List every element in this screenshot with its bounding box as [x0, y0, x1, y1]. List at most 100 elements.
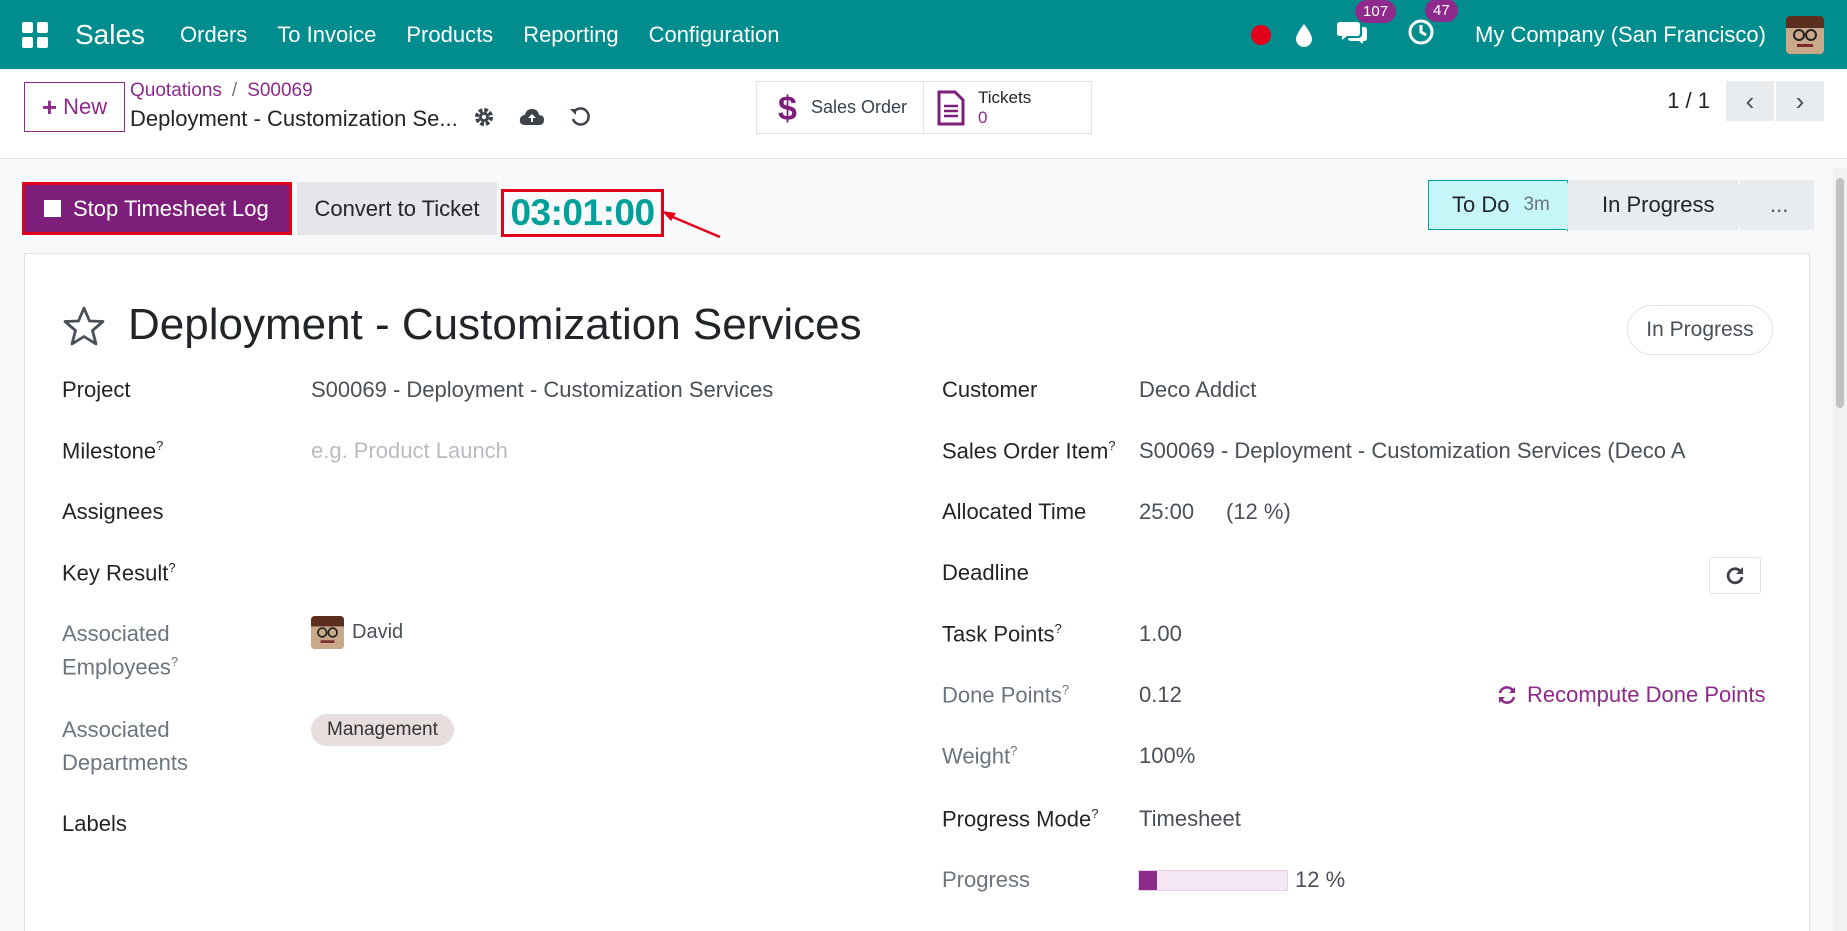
company-switcher[interactable]: My Company (San Francisco) [1475, 22, 1766, 48]
refresh-icon [1726, 566, 1744, 584]
plus-icon: + [41, 91, 58, 122]
tickets-smart-button[interactable]: Tickets 0 [924, 81, 1092, 134]
document-icon [937, 90, 965, 125]
associated-employees-label-line-2: Employees? [62, 654, 178, 680]
key-result-field[interactable] [311, 555, 811, 589]
task-title[interactable]: Deployment - Customization Services [128, 300, 862, 350]
activities-badge: 47 [1425, 0, 1458, 22]
dollar-icon: $ [778, 90, 797, 126]
activities-button[interactable]: 47 [1407, 0, 1458, 52]
milestone-field[interactable]: e.g. Product Launch [311, 438, 508, 464]
associated-departments-label-line-1: Associated [62, 717, 170, 742]
nav-products[interactable]: Products [406, 22, 493, 48]
stop-timesheet-button[interactable]: Stop Timesheet Log [22, 182, 292, 235]
nav-to-invoice[interactable]: To Invoice [277, 22, 376, 48]
refresh-deadline-button[interactable] [1709, 557, 1761, 594]
help-icon[interactable]: ? [1010, 743, 1017, 758]
allocated-time-label: Allocated Time [942, 499, 1087, 524]
department-tag[interactable]: Management [311, 714, 454, 746]
stage-todo[interactable]: To Do 3m [1428, 180, 1581, 232]
key-result-label-text: Key Result [62, 560, 169, 586]
convert-to-ticket-button[interactable]: Convert to Ticket [297, 182, 497, 235]
associated-departments-label-line-2: Departments [62, 750, 188, 775]
recompute-done-points-button[interactable]: Recompute Done Points [1497, 682, 1765, 708]
app-name[interactable]: Sales [75, 19, 145, 51]
done-points-field: 0.12 [1139, 682, 1182, 707]
messages-badge: 107 [1355, 0, 1397, 23]
assignees-field[interactable] [311, 494, 811, 528]
new-button[interactable]: + New [24, 82, 125, 132]
pager: 1 / 1 ‹ › [1667, 81, 1824, 121]
stage-todo-label: To Do [1452, 192, 1510, 217]
help-icon[interactable]: ? [1108, 438, 1115, 453]
gear-icon[interactable] [473, 106, 495, 128]
breadcrumb: Quotations / S00069 [130, 80, 313, 102]
messages-button[interactable]: 107 [1337, 0, 1397, 51]
nav-configuration[interactable]: Configuration [649, 22, 780, 48]
task-points-label: Task Points? [942, 621, 1062, 647]
chevron-left-icon: ‹ [1745, 85, 1755, 116]
stage-statusbar: To Do 3m In Progress ... [1428, 179, 1814, 232]
project-field[interactable]: S00069 - Deployment - Customization Serv… [311, 377, 773, 403]
breadcrumb-separator: / [231, 80, 238, 101]
progress-mode-label: Progress Mode? [942, 806, 1098, 832]
task-points-label-text: Task Points [942, 621, 1055, 647]
labels-field[interactable] [311, 806, 811, 840]
sales-order-smart-button[interactable]: $ Sales Order [756, 81, 924, 134]
task-points-field[interactable]: 1.00 [1139, 621, 1182, 647]
drop-icon[interactable] [1295, 23, 1313, 47]
assignees-label: Assignees [62, 499, 164, 524]
page-scrollbar[interactable] [1833, 168, 1847, 931]
associated-employees-label-text: Employees [62, 654, 171, 680]
pager-previous-button[interactable]: ‹ [1726, 81, 1774, 121]
breadcrumb-order[interactable]: S00069 [247, 80, 313, 101]
apps-menu-icon[interactable] [22, 21, 48, 48]
user-avatar[interactable] [1786, 15, 1824, 54]
timesheet-timer: 03:01:00 [501, 189, 664, 237]
cloud-upload-icon[interactable] [519, 107, 545, 127]
help-icon[interactable]: ? [1091, 806, 1098, 821]
pager-value[interactable]: 1 / 1 [1667, 88, 1710, 114]
milestone-label-text: Milestone [62, 438, 157, 464]
nav-reporting[interactable]: Reporting [523, 22, 618, 48]
weight-label: Weight? [942, 743, 1017, 769]
tickets-label: Tickets [978, 87, 1032, 107]
form-sheet: Deployment - Customization Services In P… [24, 253, 1810, 931]
done-points-label: Done Points? [942, 682, 1069, 708]
deadline-field[interactable] [1139, 555, 1559, 589]
help-icon[interactable]: ? [1055, 621, 1062, 636]
employee-tag[interactable]: David [311, 616, 403, 649]
employee-avatar [311, 616, 344, 649]
stage-in-progress[interactable]: In Progress [1568, 179, 1751, 231]
progress-bar [1138, 870, 1288, 891]
state-badge[interactable]: In Progress [1627, 305, 1773, 355]
help-icon[interactable]: ? [156, 438, 163, 453]
scrollbar-thumb[interactable] [1836, 178, 1844, 408]
stage-more-button[interactable]: ... [1740, 180, 1814, 230]
allocated-time-percent: (12 %) [1226, 499, 1291, 524]
labels-label: Labels [62, 811, 127, 836]
breadcrumb-quotations[interactable]: Quotations [130, 80, 222, 101]
progress-value: 12 % [1295, 867, 1346, 892]
progress-mode-label-text: Progress Mode [942, 806, 1092, 832]
sales-order-item-field[interactable]: S00069 - Deployment - Customization Serv… [1139, 438, 1699, 464]
help-icon[interactable]: ? [1062, 682, 1069, 697]
recording-dot-icon[interactable] [1251, 24, 1272, 45]
allocated-time-field[interactable]: 25:00 [1139, 499, 1194, 525]
sync-icon [1498, 686, 1516, 704]
progress-mode-field[interactable]: Timesheet [1139, 806, 1241, 832]
customer-field[interactable]: Deco Addict [1139, 377, 1256, 403]
control-panel: + New Quotations / S00069 Deployment - Cus… [0, 69, 1847, 159]
customer-label: Customer [942, 377, 1038, 402]
help-icon[interactable]: ? [168, 560, 175, 575]
help-icon[interactable]: ? [171, 654, 178, 669]
key-result-label: Key Result? [62, 560, 176, 586]
annotation-arrow-icon [662, 211, 721, 239]
recompute-label: Recompute Done Points [1527, 682, 1766, 707]
star-icon[interactable] [62, 305, 106, 347]
weight-label-text: Weight [942, 743, 1011, 769]
nav-orders[interactable]: Orders [180, 22, 247, 48]
stop-icon [44, 200, 61, 217]
discard-icon[interactable] [569, 106, 591, 128]
pager-next-button[interactable]: › [1776, 81, 1824, 121]
